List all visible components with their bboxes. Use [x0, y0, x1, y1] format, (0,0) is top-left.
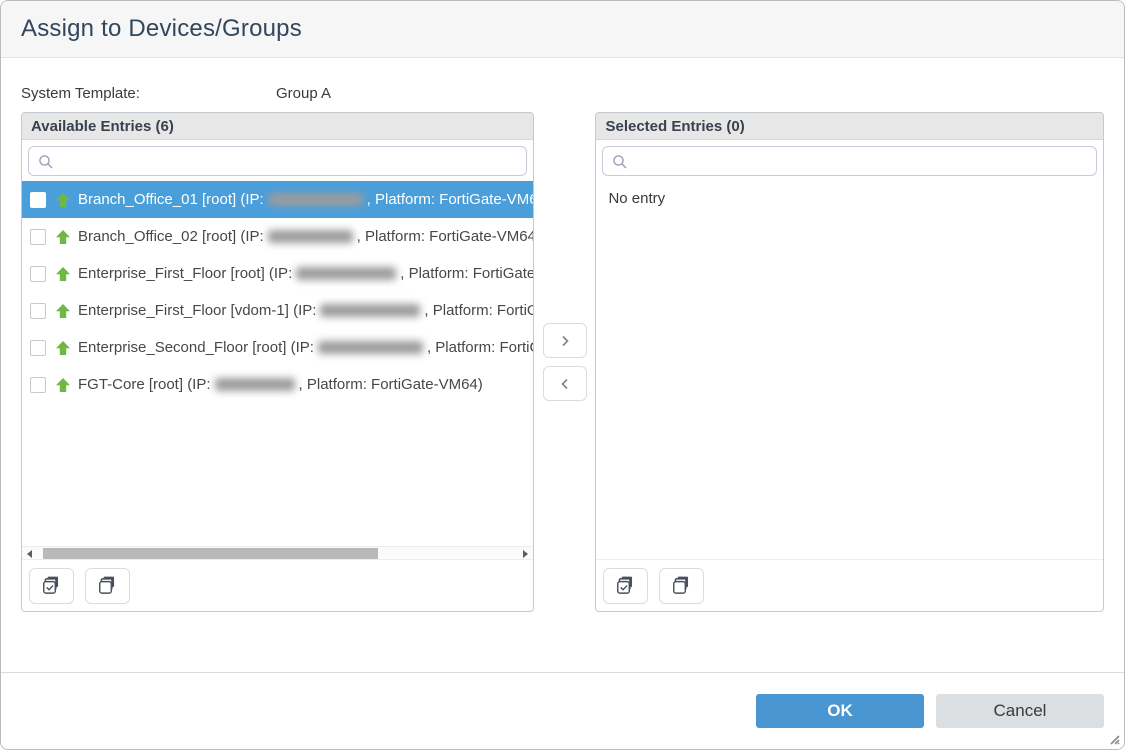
resize-grip-icon[interactable] — [1106, 731, 1120, 745]
stacked-squares-check-icon — [615, 575, 637, 597]
dialog-title: Assign to Devices/Groups — [21, 15, 302, 43]
stacked-squares-icon — [97, 575, 119, 597]
available-entry-row[interactable]: Enterprise_First_Floor [root] (IP: , Plat… — [22, 255, 533, 292]
system-template-row: System Template: Group A — [21, 83, 1104, 103]
dual-list-panels: Available Entries (6) Branch_Office_01 [… — [21, 112, 1104, 612]
entry-checkbox[interactable] — [30, 377, 46, 393]
entry-text-suffix: , Platform: FortiGate-VM64) — [299, 376, 483, 393]
device-up-arrow-icon — [55, 303, 71, 319]
selected-entries-list: No entry — [596, 181, 1103, 559]
redacted-ip — [268, 230, 353, 243]
ok-button[interactable]: OK — [756, 694, 924, 728]
scroll-right-arrow-icon[interactable] — [518, 547, 533, 560]
entry-text-prefix: Enterprise_First_Floor [root] (IP: — [78, 265, 292, 282]
redacted-ip — [268, 193, 363, 206]
selected-entries-header: Selected Entries (0) — [596, 113, 1103, 140]
entry-text-suffix: , Platform: FortiGate-VM64) — [424, 302, 532, 319]
device-up-arrow-icon — [55, 377, 71, 393]
selected-search-wrap — [596, 140, 1103, 181]
dialog-body: System Template: Group A Available Entri… — [1, 83, 1124, 612]
entry-checkbox[interactable] — [30, 266, 46, 282]
selected-search-box — [602, 146, 1097, 176]
scrollbar-thumb[interactable] — [43, 548, 378, 559]
search-icon — [38, 154, 54, 170]
selected-panel-actions — [596, 559, 1103, 611]
redacted-ip — [296, 267, 396, 280]
available-entries-list: Branch_Office_01 [root] (IP: , Platform: … — [22, 181, 533, 546]
move-right-button[interactable] — [543, 323, 587, 358]
available-panel-actions — [22, 559, 533, 611]
selected-deselect-all-button[interactable] — [659, 568, 704, 604]
entry-text-prefix: Branch_Office_02 [root] (IP: — [78, 228, 264, 245]
scroll-left-arrow-icon[interactable] — [22, 547, 37, 560]
entry-text-suffix: , Platform: FortiGate-VM64) — [367, 191, 533, 208]
available-search-input[interactable] — [29, 147, 526, 175]
search-icon — [612, 154, 628, 170]
entry-text-suffix: , Platform: FortiGate-VM64) — [427, 339, 533, 356]
available-entry-row[interactable]: FGT-Core [root] (IP: , Platform: FortiGat… — [22, 366, 533, 403]
move-left-button[interactable] — [543, 366, 587, 401]
selected-entries-panel: Selected Entries (0) No entry — [595, 112, 1104, 612]
available-entry-row[interactable]: Branch_Office_01 [root] (IP: , Platform: … — [22, 181, 533, 218]
entry-text-prefix: Branch_Office_01 [root] (IP: — [78, 191, 264, 208]
redacted-ip — [320, 304, 420, 317]
chevron-left-icon — [559, 378, 571, 390]
stacked-squares-icon — [671, 575, 693, 597]
entry-text-prefix: FGT-Core [root] (IP: — [78, 376, 211, 393]
available-search-wrap — [22, 140, 533, 181]
available-entry-row[interactable]: Branch_Office_02 [root] (IP: , Platform: … — [22, 218, 533, 255]
device-up-arrow-icon — [55, 266, 71, 282]
available-entries-panel: Available Entries (6) Branch_Office_01 [… — [21, 112, 534, 612]
available-entries-header: Available Entries (6) — [22, 113, 533, 140]
available-search-box — [28, 146, 527, 176]
entry-text-prefix: Enterprise_First_Floor [vdom-1] (IP: — [78, 302, 316, 319]
entry-text-suffix: , Platform: FortiGate-VM64) — [357, 228, 533, 245]
no-entry-text: No entry — [596, 181, 1103, 216]
available-select-all-button[interactable] — [29, 568, 74, 604]
horizontal-scrollbar[interactable] — [22, 546, 533, 559]
device-up-arrow-icon — [55, 192, 71, 208]
stacked-squares-check-icon — [41, 575, 63, 597]
available-entry-row[interactable]: Enterprise_Second_Floor [root] (IP: , Pla… — [22, 329, 533, 366]
device-up-arrow-icon — [55, 229, 71, 245]
available-entry-row[interactable]: Enterprise_First_Floor [vdom-1] (IP: , Pl… — [22, 292, 533, 329]
selected-select-all-button[interactable] — [603, 568, 648, 604]
available-deselect-all-button[interactable] — [85, 568, 130, 604]
dialog-footer: OK Cancel — [1, 672, 1124, 749]
device-up-arrow-icon — [55, 340, 71, 356]
assign-devices-dialog: Assign to Devices/Groups System Template… — [0, 0, 1125, 750]
entry-checkbox[interactable] — [30, 192, 46, 208]
entry-checkbox[interactable] — [30, 340, 46, 356]
transfer-column — [534, 112, 596, 612]
chevron-right-icon — [559, 335, 571, 347]
entry-text-suffix: , Platform: FortiGate-VM64) — [400, 265, 532, 282]
selected-search-input[interactable] — [603, 147, 1096, 175]
redacted-ip — [215, 378, 295, 391]
system-template-label: System Template: — [21, 85, 276, 102]
entry-checkbox[interactable] — [30, 229, 46, 245]
dialog-titlebar: Assign to Devices/Groups — [1, 1, 1124, 58]
entry-checkbox[interactable] — [30, 303, 46, 319]
entry-text-prefix: Enterprise_Second_Floor [root] (IP: — [78, 339, 314, 356]
redacted-ip — [318, 341, 423, 354]
cancel-button[interactable]: Cancel — [936, 694, 1104, 728]
system-template-value: Group A — [276, 85, 331, 102]
